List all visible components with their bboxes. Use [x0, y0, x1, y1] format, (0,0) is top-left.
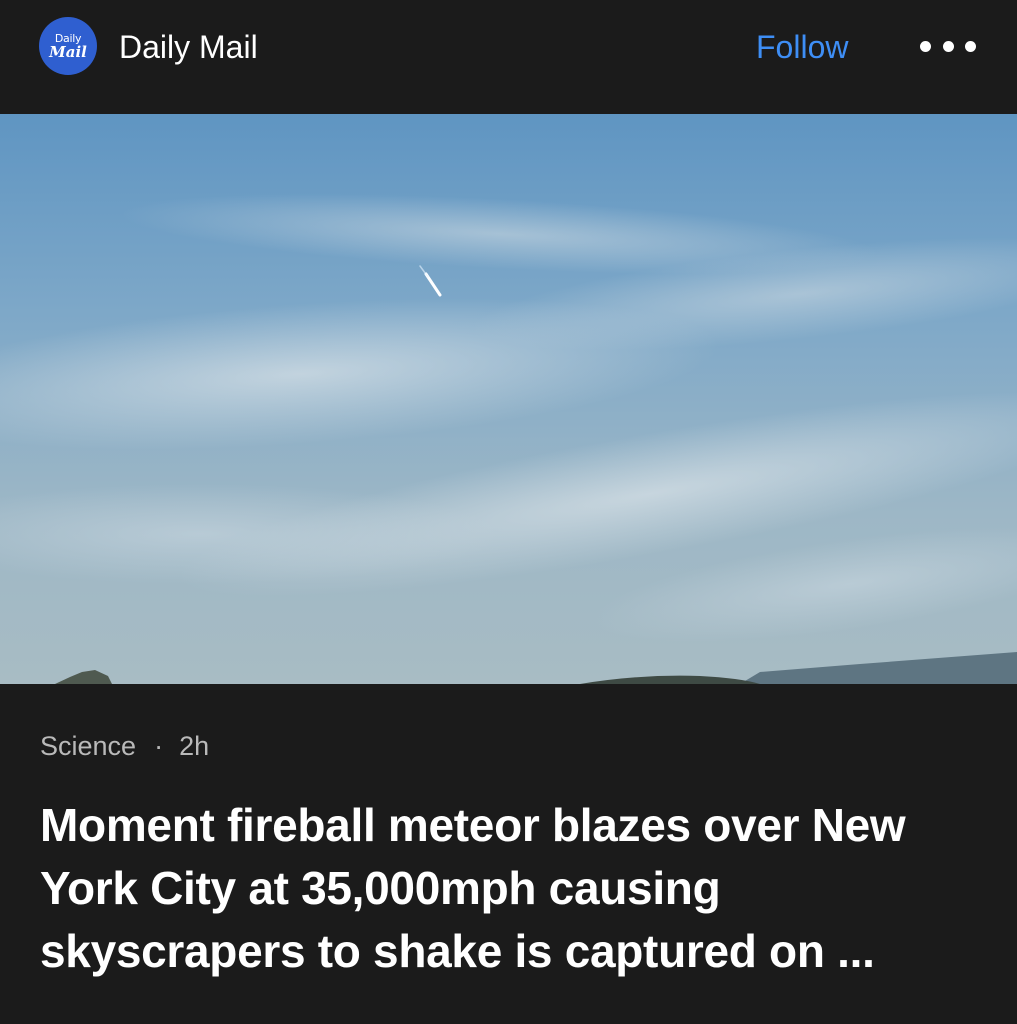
publisher-name[interactable]: Daily Mail [119, 28, 258, 66]
logo-text-daily: Daily [54, 31, 82, 45]
more-dot [942, 40, 954, 52]
follow-button[interactable]: Follow [756, 28, 848, 66]
news-card[interactable]: Daily Mail Daily Mail Follow Science · 2… [0, 0, 1017, 1024]
article-meta: Science · 2h [40, 730, 209, 762]
sky-photo [0, 114, 1017, 684]
more-dot [965, 40, 976, 52]
logo-text-mail: Mail [49, 42, 87, 61]
article-headline[interactable]: Moment fireball meteor blazes over New Y… [40, 794, 990, 983]
timestamp: 2h [179, 731, 210, 761]
card-header: Daily Mail Daily Mail Follow [0, 0, 1017, 114]
meta-separator: · [154, 731, 164, 761]
more-dot [920, 40, 931, 52]
more-options-icon[interactable] [920, 32, 976, 60]
category-label[interactable]: Science [40, 730, 136, 762]
article-image[interactable] [0, 114, 1017, 684]
publisher-logo[interactable]: Daily Mail [39, 17, 97, 75]
